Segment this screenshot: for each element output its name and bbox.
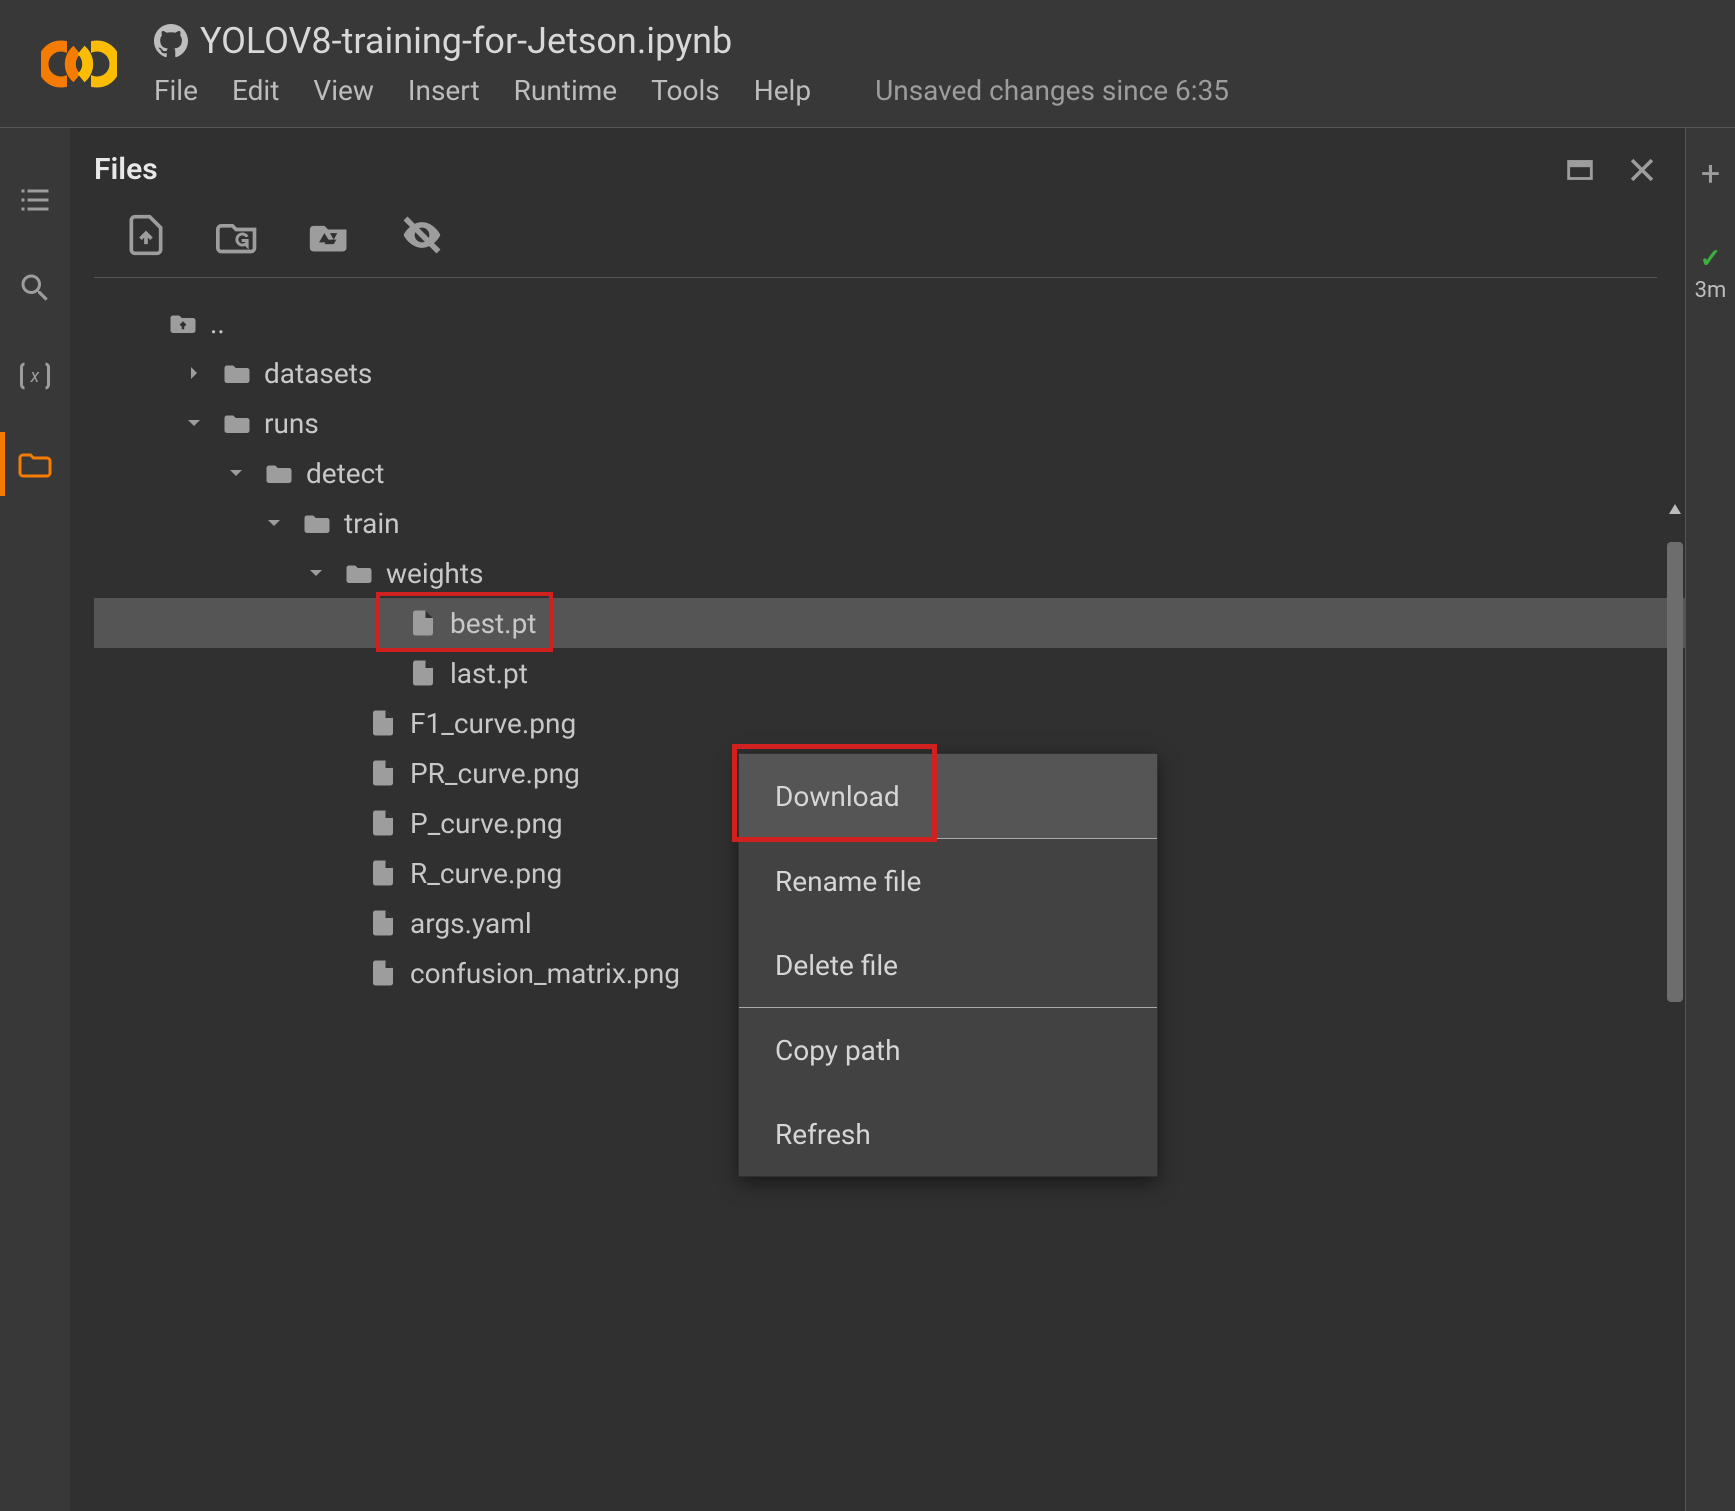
chevron-down-icon — [224, 461, 248, 485]
chevron-down-icon — [262, 511, 286, 535]
file-label: PR_curve.png — [410, 757, 580, 790]
folder-label: weights — [386, 557, 483, 590]
ctx-refresh[interactable]: Refresh — [739, 1092, 1157, 1176]
panel-actions — [1563, 153, 1659, 187]
svg-text:x: x — [30, 366, 40, 387]
file-icon — [368, 708, 398, 738]
add-cell-button[interactable]: + — [1701, 154, 1720, 194]
parent-dir[interactable]: .. — [94, 298, 1685, 348]
file-last-pt[interactable]: last.pt — [94, 648, 1685, 698]
folder-icon — [344, 558, 374, 588]
ctx-copy-path[interactable]: Copy path — [739, 1008, 1157, 1092]
chevron-right-icon — [182, 361, 206, 385]
topbar: YOLOV8-training-for-Jetson.ipynb File Ed… — [0, 0, 1735, 128]
file-f1-curve[interactable]: F1_curve.png — [94, 698, 1685, 748]
scrollbar[interactable] — [1667, 502, 1683, 1502]
ctx-rename[interactable]: Rename file — [739, 839, 1157, 923]
file-icon — [408, 608, 438, 638]
folder-icon — [222, 358, 252, 388]
file-label: confusion_matrix.png — [410, 957, 680, 990]
menu-tools[interactable]: Tools — [651, 74, 720, 107]
check-icon: ✓ — [1700, 244, 1722, 274]
ctx-delete[interactable]: Delete file — [739, 923, 1157, 1007]
runtime-status[interactable]: ✓ 3m — [1695, 244, 1727, 303]
files-panel: Files .. datasets — [70, 128, 1685, 1511]
runtime-text: 3m — [1695, 278, 1727, 303]
save-status: Unsaved changes since 6:35 — [875, 74, 1229, 107]
menu-view[interactable]: View — [313, 74, 374, 107]
title-area: YOLOV8-training-for-Jetson.ipynb File Ed… — [134, 20, 1711, 107]
file-icon — [368, 758, 398, 788]
close-icon[interactable] — [1625, 153, 1659, 187]
chevron-down-icon — [182, 411, 206, 435]
file-label: P_curve.png — [410, 807, 563, 840]
menu-bar: File Edit View Insert Runtime Tools Help… — [154, 68, 1711, 107]
file-icon — [368, 908, 398, 938]
folder-icon — [222, 408, 252, 438]
toc-icon[interactable] — [17, 182, 53, 218]
left-iconbar: x — [0, 128, 70, 1511]
colab-logo[interactable] — [24, 39, 134, 89]
file-best-pt[interactable]: best.pt — [94, 598, 1685, 648]
folder-weights[interactable]: weights — [94, 548, 1685, 598]
colab-logo-icon — [41, 39, 117, 89]
upload-icon[interactable] — [124, 213, 168, 257]
ctx-download[interactable]: Download — [739, 754, 1157, 838]
folder-label: datasets — [264, 357, 372, 390]
search-icon[interactable] — [17, 270, 53, 306]
folder-detect[interactable]: detect — [94, 448, 1685, 498]
context-menu: Download Rename file Delete file Copy pa… — [738, 753, 1158, 1177]
folder-datasets[interactable]: datasets — [94, 348, 1685, 398]
folder-label: runs — [264, 407, 319, 440]
folder-train[interactable]: train — [94, 498, 1685, 548]
file-icon — [408, 658, 438, 688]
menu-edit[interactable]: Edit — [232, 74, 279, 107]
file-label: best.pt — [450, 607, 536, 640]
folder-label: train — [344, 507, 400, 540]
file-icon — [368, 958, 398, 988]
file-label: args.yaml — [410, 907, 532, 940]
chevron-down-icon — [304, 561, 328, 585]
folder-icon — [302, 508, 332, 538]
file-label: R_curve.png — [410, 857, 562, 890]
file-icon — [368, 858, 398, 888]
menu-insert[interactable]: Insert — [408, 74, 480, 107]
up-folder-icon — [168, 308, 198, 338]
notebook-title[interactable]: YOLOV8-training-for-Jetson.ipynb — [200, 20, 732, 62]
github-icon — [154, 24, 188, 58]
title-row: YOLOV8-training-for-Jetson.ipynb — [154, 20, 1711, 62]
drive-icon[interactable] — [308, 213, 352, 257]
file-label: F1_curve.png — [410, 707, 576, 740]
files-tab-active[interactable] — [0, 446, 70, 482]
menu-help[interactable]: Help — [754, 74, 811, 107]
folder-icon — [17, 446, 53, 482]
menu-runtime[interactable]: Runtime — [514, 74, 618, 107]
folder-icon — [264, 458, 294, 488]
folder-runs[interactable]: runs — [94, 398, 1685, 448]
menu-file[interactable]: File — [154, 74, 198, 107]
variables-icon[interactable]: x — [17, 358, 53, 394]
panel-header: Files — [94, 152, 1685, 187]
panel-title: Files — [94, 152, 158, 187]
main-area: x Files .. — [0, 128, 1735, 1511]
file-icon — [368, 808, 398, 838]
toggle-hidden-icon[interactable] — [400, 213, 444, 257]
refresh-folder-icon[interactable] — [216, 213, 260, 257]
parent-dir-label: .. — [210, 307, 225, 340]
new-window-icon[interactable] — [1563, 153, 1597, 187]
files-toolbar — [94, 187, 1657, 278]
right-strip: + ✓ 3m — [1685, 128, 1735, 1511]
file-label: last.pt — [450, 657, 528, 690]
folder-label: detect — [306, 457, 384, 490]
